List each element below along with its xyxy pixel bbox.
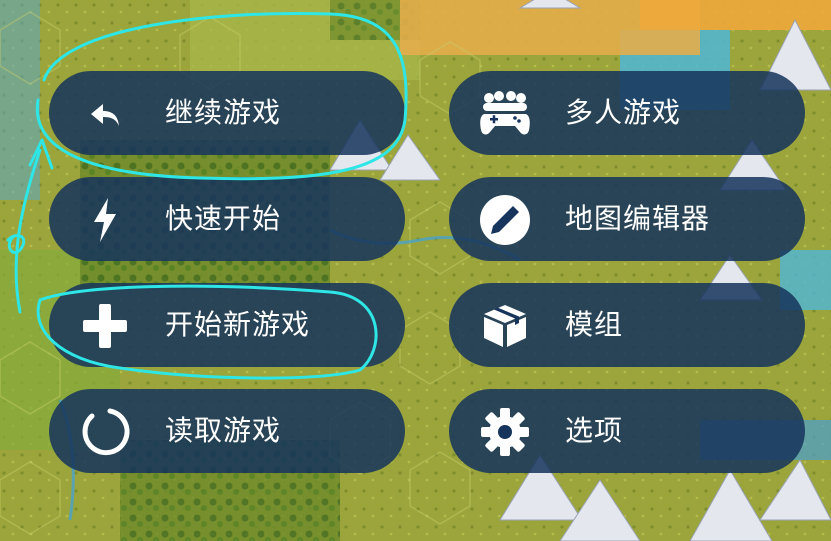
- start-new-game-label: 开始新游戏: [165, 308, 311, 341]
- multiplayer-label: 多人游戏: [565, 96, 682, 129]
- load-game-button[interactable]: 读取游戏: [49, 389, 405, 473]
- box-icon: [479, 300, 531, 352]
- map-editor-label: 地图编辑器: [565, 202, 711, 235]
- continue-game-button[interactable]: 继续游戏: [49, 71, 405, 155]
- mods-button[interactable]: 模组: [449, 283, 805, 367]
- continue-game-label: 继续游戏: [165, 96, 282, 129]
- options-button[interactable]: 选项: [449, 389, 805, 473]
- load-game-label: 读取游戏: [165, 414, 282, 447]
- back-arrow-icon: [79, 88, 131, 140]
- start-new-game-button[interactable]: 开始新游戏: [49, 283, 405, 367]
- quickstart-button[interactable]: 快速开始: [49, 177, 405, 261]
- pencil-icon: [479, 194, 531, 246]
- lightning-bolt-icon: [79, 194, 131, 246]
- multiplayer-button[interactable]: 多人游戏: [449, 71, 805, 155]
- gear-icon: [479, 406, 531, 458]
- loading-circle-icon: [79, 406, 131, 458]
- multiplayer-people-controller-icon: [479, 88, 531, 140]
- map-editor-button[interactable]: 地图编辑器: [449, 177, 805, 261]
- quickstart-label: 快速开始: [165, 202, 282, 235]
- options-label: 选项: [565, 414, 624, 447]
- plus-icon: [79, 300, 131, 352]
- mods-label: 模组: [565, 308, 624, 341]
